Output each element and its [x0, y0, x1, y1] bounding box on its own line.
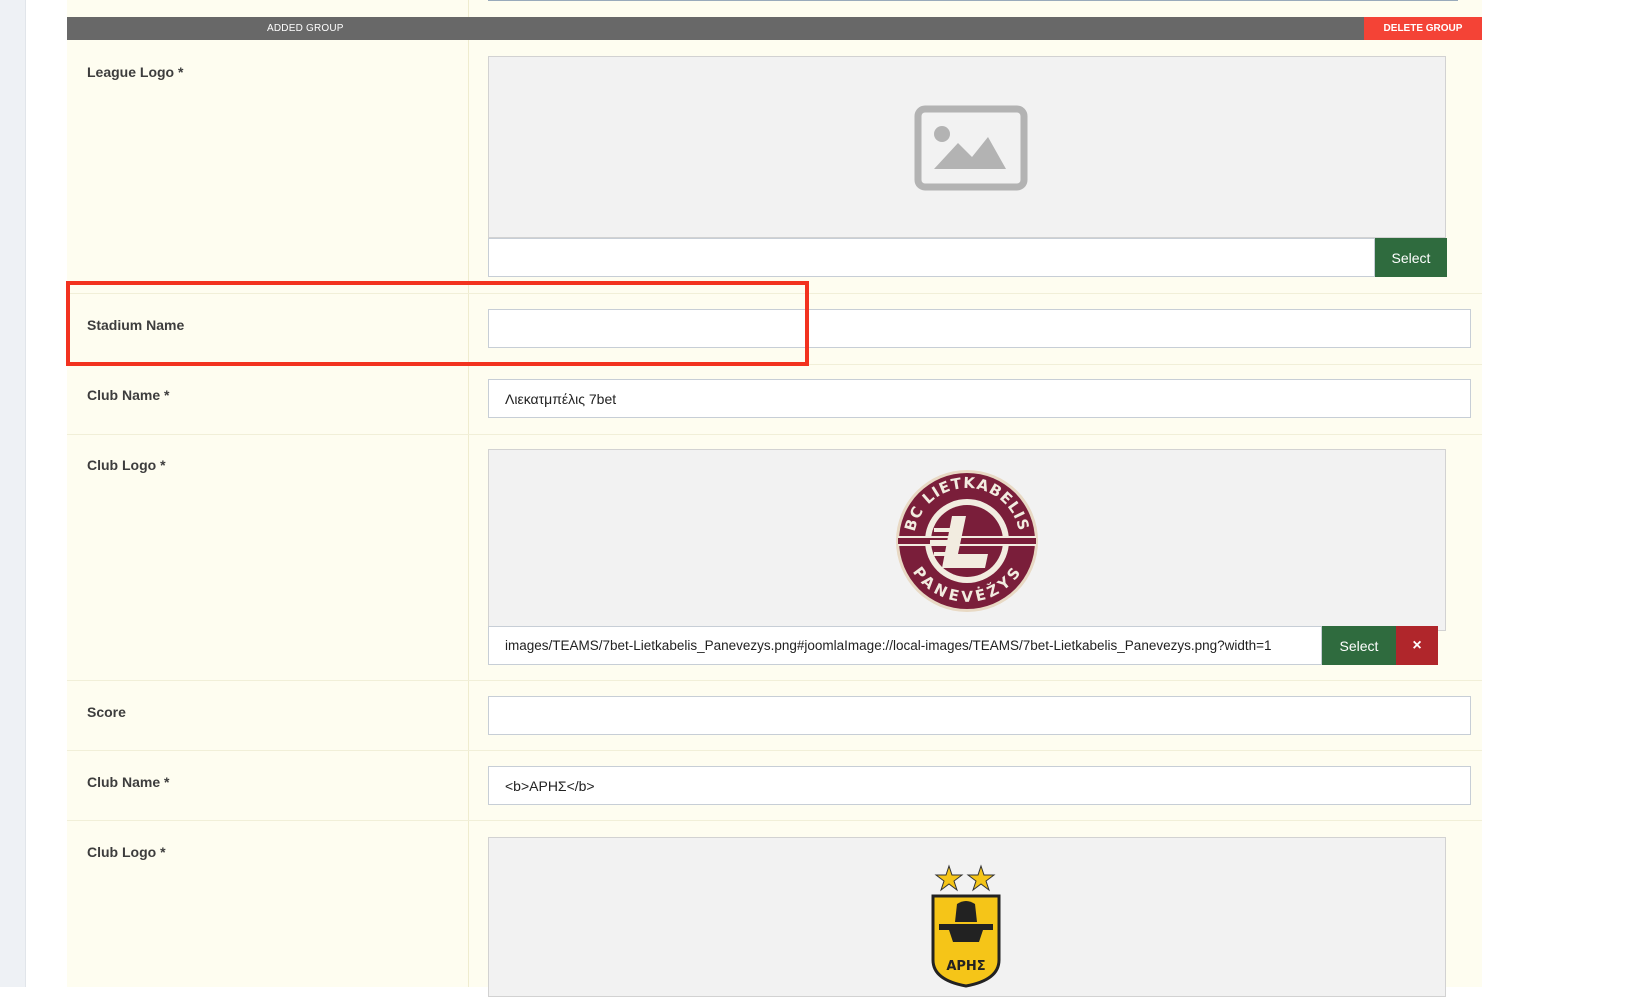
- aris-logo-image: ΑΡΗΣ: [931, 864, 1001, 988]
- club-name-2-label: Club Name *: [87, 774, 170, 790]
- league-logo-label: League Logo *: [87, 64, 184, 80]
- club-logo-2-label: Club Logo *: [87, 844, 166, 860]
- league-logo-select-button[interactable]: Select: [1375, 238, 1447, 277]
- club-logo-1-preview: BC LIETKABELIS PANEVĖŽYS: [488, 449, 1446, 631]
- club-logo-1-clear-button[interactable]: ×: [1396, 626, 1438, 665]
- league-logo-preview: [488, 56, 1446, 238]
- group-header: ADDED GROUP DELETE GROUP: [67, 17, 1482, 40]
- row-separator: [67, 820, 1482, 821]
- league-logo-path-input[interactable]: [488, 238, 1375, 277]
- stadium-name-input[interactable]: [488, 309, 1471, 348]
- club-logo-1-label: Club Logo *: [87, 457, 166, 473]
- club-logo-2-preview: ΑΡΗΣ: [488, 837, 1446, 997]
- column-divider: [468, 0, 469, 987]
- club-logo-1-path-input[interactable]: images/TEAMS/7bet-Lietkabelis_Panevezys.…: [488, 626, 1322, 665]
- stadium-name-label: Stadium Name: [87, 317, 185, 333]
- club-name-2-input[interactable]: <b>ΑΡΗΣ</b>: [488, 766, 1471, 805]
- club-logo-1-select-button[interactable]: Select: [1322, 626, 1396, 665]
- club-name-1-input[interactable]: Λιεκατμπέλις 7bet: [488, 379, 1471, 418]
- group-title: ADDED GROUP: [267, 23, 344, 34]
- image-placeholder-icon: [914, 105, 1028, 191]
- aris-logo-text: ΑΡΗΣ: [946, 959, 985, 974]
- close-icon: ×: [1412, 636, 1422, 654]
- delete-group-button[interactable]: DELETE GROUP: [1364, 17, 1482, 40]
- previous-field-border: [488, 0, 1458, 1]
- score-input[interactable]: [488, 696, 1471, 735]
- row-separator: [67, 293, 1482, 294]
- row-separator: [67, 680, 1482, 681]
- left-sidebar-strip: [0, 0, 26, 987]
- score-label: Score: [87, 704, 126, 720]
- row-separator: [67, 434, 1482, 435]
- lietkabelis-logo-image: BC LIETKABELIS PANEVĖŽYS: [896, 470, 1038, 612]
- club-name-1-label: Club Name *: [87, 387, 170, 403]
- row-separator: [67, 364, 1482, 365]
- row-separator: [67, 750, 1482, 751]
